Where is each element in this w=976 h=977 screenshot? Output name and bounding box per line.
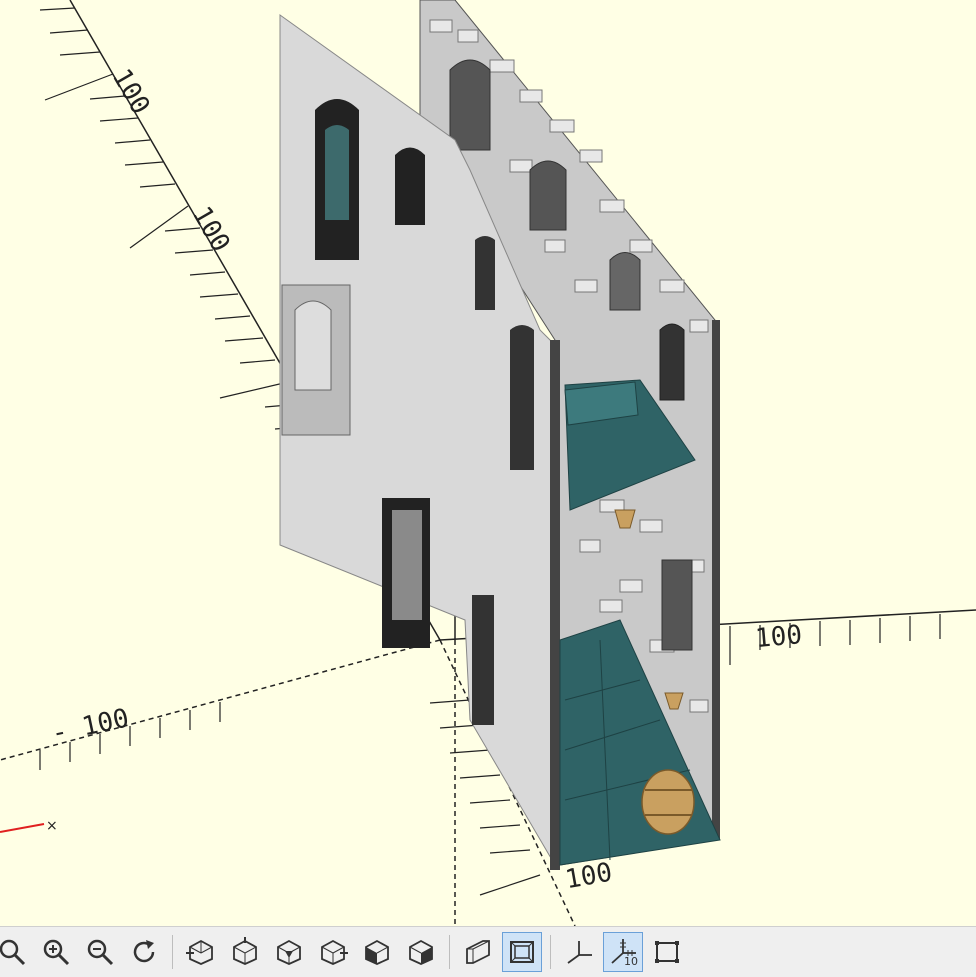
view-front-icon xyxy=(365,939,389,965)
view-right-button[interactable] xyxy=(181,932,221,972)
edges-icon xyxy=(655,941,679,963)
zoom-in-icon xyxy=(43,939,70,966)
front-window-5 xyxy=(472,595,494,725)
view-left-button[interactable] xyxy=(313,932,353,972)
view-back-button[interactable] xyxy=(401,932,441,972)
perspective-button[interactable] xyxy=(458,932,498,972)
view-front-button[interactable] xyxy=(357,932,397,972)
zoom-out-button[interactable] xyxy=(80,932,120,972)
red-x-axis-indicator xyxy=(0,823,45,833)
axes-icon xyxy=(567,941,592,964)
zoom-all-button[interactable] xyxy=(0,932,32,972)
back-window-3 xyxy=(609,252,641,311)
inner-door xyxy=(661,559,693,651)
back-window-1 xyxy=(449,59,491,151)
show-edges-button[interactable] xyxy=(647,932,687,972)
axis-label-y-middle: 100 xyxy=(186,202,235,258)
toolbar-separator xyxy=(449,935,450,969)
front-window-3 xyxy=(475,236,495,310)
view-left-icon xyxy=(321,939,348,965)
reset-view-button[interactable] xyxy=(124,932,164,972)
axis-label-x-negative: - 100 xyxy=(49,703,132,749)
scale-marker-number: 10 xyxy=(624,955,638,968)
zoom-all-icon xyxy=(0,939,26,966)
view-top-button[interactable] xyxy=(225,932,265,972)
origin-marker: × xyxy=(46,818,58,834)
show-scale-markers-button[interactable]: 10 xyxy=(603,932,643,972)
view-right-icon xyxy=(186,939,213,965)
stone-patch-arch xyxy=(294,300,332,391)
zoom-in-button[interactable] xyxy=(36,932,76,972)
toolbar-separator xyxy=(172,935,173,969)
front-window-2 xyxy=(395,147,425,225)
3d-viewport[interactable]: 100 100 - 100 100 100 × xyxy=(0,0,976,926)
front-window-4 xyxy=(510,325,534,470)
view-back-icon xyxy=(409,939,433,965)
wall-edge-left xyxy=(550,340,560,870)
front-window-1-interior xyxy=(325,125,349,220)
barrel xyxy=(641,769,695,835)
zoom-out-icon xyxy=(87,939,114,966)
perspective-icon xyxy=(466,940,490,964)
view-bottom-button[interactable] xyxy=(269,932,309,972)
scene-svg: 100 100 - 100 100 100 × xyxy=(0,0,976,926)
view-toolbar: 10 xyxy=(0,926,976,977)
reset-view-icon xyxy=(133,940,155,963)
axis-label-x-positive: 100 xyxy=(754,620,803,654)
orthogonal-button[interactable] xyxy=(502,932,542,972)
toolbar-separator xyxy=(550,935,551,969)
wall-edge-right xyxy=(712,320,720,840)
orthogonal-icon xyxy=(510,941,534,963)
show-axes-button[interactable] xyxy=(559,932,599,972)
front-door-interior xyxy=(392,510,422,620)
view-bottom-icon xyxy=(277,939,301,965)
view-top-icon xyxy=(233,937,257,965)
back-window-2 xyxy=(529,160,567,231)
building-model xyxy=(279,0,721,870)
axis-label-y-upper: 100 xyxy=(106,64,155,120)
back-window-4 xyxy=(659,323,685,401)
